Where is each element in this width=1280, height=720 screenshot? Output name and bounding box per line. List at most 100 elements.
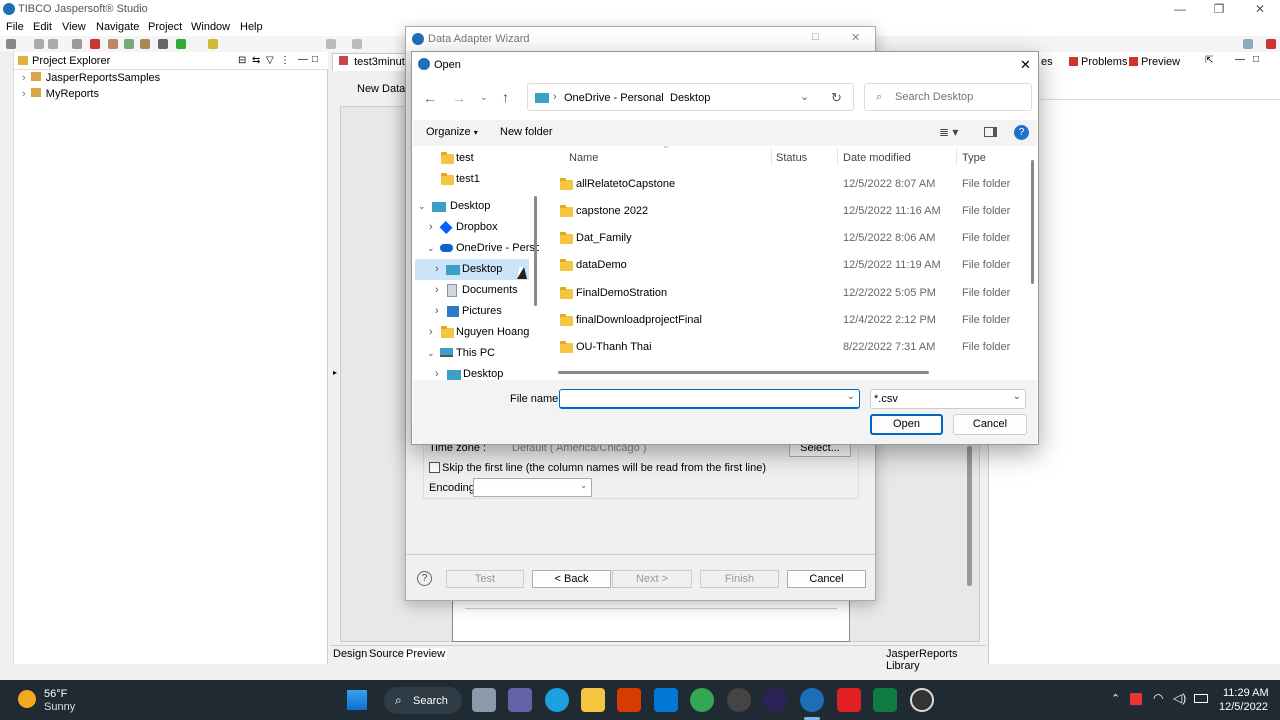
report-icon[interactable] (124, 39, 134, 49)
wand-icon[interactable] (208, 39, 218, 49)
nav-item-pictures[interactable]: › Pictures (413, 301, 535, 322)
nav-back-icon[interactable] (326, 39, 336, 49)
next-button[interactable]: Next > (612, 570, 692, 588)
tab-properties-partial[interactable]: es (1041, 56, 1053, 68)
volume-icon[interactable]: ◁) (1173, 691, 1186, 705)
nav-item-onedrive[interactable]: ⌄ OneDrive - Personal (413, 238, 539, 259)
nav-item-dropbox[interactable]: › Dropbox (413, 217, 535, 238)
menu-navigate[interactable]: Navigate (96, 21, 139, 33)
nav-scrollbar[interactable] (534, 196, 537, 306)
nav-item-onedrive-desktop[interactable]: › Desktop (415, 259, 529, 280)
back-arrow-icon[interactable]: ← (423, 90, 437, 106)
chevron-right-icon[interactable]: › (429, 322, 433, 343)
menu-view[interactable]: View (62, 21, 86, 33)
save-icon[interactable] (34, 39, 44, 49)
up-arrow-icon[interactable]: ↑ (502, 89, 509, 105)
expand-icon[interactable]: › (22, 88, 26, 100)
new-icon[interactable] (6, 39, 16, 49)
cancel-button[interactable]: Cancel (787, 570, 866, 588)
editor-scrollbar[interactable] (967, 446, 972, 586)
weather-temp[interactable]: 56°F (44, 688, 67, 700)
tab-source[interactable]: Source (369, 648, 404, 660)
chevron-right-icon[interactable]: › (435, 259, 439, 280)
file-row[interactable]: Dat_Family 12/5/2022 8:06 AM File folder (541, 225, 1027, 252)
open-button[interactable]: Open (870, 414, 943, 435)
jaspersoft-perspective-icon[interactable] (1266, 39, 1276, 49)
nav-forward-icon[interactable] (352, 39, 362, 49)
tree-item-myreports[interactable]: › MyReports (22, 88, 99, 100)
tab-preview[interactable]: Preview (404, 648, 448, 660)
debug-icon[interactable] (90, 39, 100, 49)
maximize-icon[interactable]: □ (812, 31, 819, 43)
task-view-icon[interactable] (472, 688, 496, 712)
nav-item-nguyen-hoang[interactable]: › Nguyen Hoang (413, 322, 539, 343)
chevron-right-icon[interactable]: › (435, 301, 439, 322)
mail-icon[interactable] (654, 688, 678, 712)
organize-button[interactable]: Organize ▾ (426, 126, 478, 138)
edge-browser-icon[interactable] (545, 688, 569, 712)
view-options-icon[interactable]: ≣ ▾ (939, 125, 958, 139)
maximize-view-icon[interactable]: □ (1253, 54, 1259, 65)
nav-item-pc-desktop[interactable]: › Desktop (413, 364, 535, 380)
file-row[interactable]: capstone 2022 12/5/2022 11:16 AM File fo… (541, 198, 1027, 225)
tool-icon[interactable] (108, 39, 118, 49)
project-explorer-title[interactable]: Project Explorer (32, 55, 110, 67)
start-windows-icon[interactable] (347, 690, 367, 710)
back-button[interactable]: < Back (532, 570, 611, 588)
chevron-down-icon[interactable]: ⌄ (847, 391, 855, 402)
refresh-icon[interactable]: ↻ (831, 90, 842, 106)
perspective-icon[interactable] (1243, 39, 1253, 49)
tray-app-icon[interactable] (1130, 693, 1142, 705)
menu-file[interactable]: File (6, 21, 24, 33)
horizontal-scrollbar[interactable] (558, 371, 929, 374)
column-header-date-modified[interactable]: Date modified (843, 152, 911, 164)
maximize-icon[interactable]: ❐ (1211, 2, 1227, 18)
chevron-right-icon[interactable]: › (435, 280, 439, 301)
test-button[interactable]: Test (446, 570, 524, 588)
nav-item-documents[interactable]: › Documents (413, 280, 535, 301)
search-input[interactable] (895, 89, 1027, 105)
column-header-status[interactable]: Status (776, 152, 807, 164)
database-icon[interactable] (158, 39, 168, 49)
chevron-down-icon[interactable]: ⌄ (427, 238, 435, 259)
chrome-icon[interactable] (690, 688, 714, 712)
file-row[interactable]: OU-Thanh Thai 8/22/2022 7:31 AM File fol… (541, 334, 1027, 361)
wifi-icon[interactable]: ◠ (1153, 691, 1163, 705)
save-all-icon[interactable] (48, 39, 58, 49)
battery-icon[interactable] (1194, 694, 1208, 703)
file-row[interactable]: dataDemo 12/5/2022 11:19 AM File folder (541, 252, 1027, 279)
help-icon[interactable]: ? (1014, 125, 1029, 140)
clock-time[interactable]: 11:29 AM (1223, 687, 1269, 699)
file-type-filter[interactable]: *.csv ⌄ (870, 389, 1026, 409)
forward-arrow-icon[interactable]: → (452, 90, 466, 106)
eclipse-icon[interactable] (763, 688, 787, 712)
file-row[interactable]: allRelatetoCapstone 12/5/2022 8:07 AM Fi… (541, 171, 1027, 198)
recorder-icon[interactable] (727, 688, 751, 712)
file-row[interactable]: FinalDemoStration 12/2/2022 5:05 PM File… (541, 280, 1027, 307)
collapse-all-icon[interactable]: ⊟ (238, 55, 246, 66)
minimize-view-icon[interactable]: — (1235, 54, 1245, 65)
tab-problems[interactable]: Problems (1081, 56, 1127, 68)
chevron-right-icon[interactable]: › (435, 364, 439, 380)
office-icon[interactable] (617, 688, 641, 712)
menu-window[interactable]: Window (191, 21, 230, 33)
expand-icon[interactable]: › (22, 72, 26, 84)
media-player-icon[interactable] (910, 688, 934, 712)
image-icon[interactable] (72, 39, 82, 49)
run-icon[interactable] (176, 39, 186, 49)
nav-item-test1[interactable]: test1 (413, 169, 535, 190)
minimize-icon[interactable]: — (1172, 2, 1188, 18)
jaspersoft-studio-icon[interactable] (800, 688, 824, 712)
close-icon[interactable]: ✕ (851, 31, 860, 44)
file-explorer-icon[interactable] (581, 688, 605, 712)
file-name-input[interactable]: ⌄ (559, 389, 860, 409)
link-editor-icon[interactable]: ⇆ (252, 55, 260, 66)
close-icon[interactable]: ✕ (1252, 2, 1268, 18)
minimize-view-icon[interactable]: — (298, 54, 308, 65)
finish-button[interactable]: Finish (700, 570, 779, 588)
tab-design[interactable]: Design (333, 648, 367, 660)
menu-project[interactable]: Project (148, 21, 182, 33)
show-hidden-icons-icon[interactable]: ⌃ (1111, 692, 1120, 705)
clock-date[interactable]: 12/5/2022 (1219, 701, 1268, 713)
column-header-name[interactable]: Name (569, 152, 598, 164)
